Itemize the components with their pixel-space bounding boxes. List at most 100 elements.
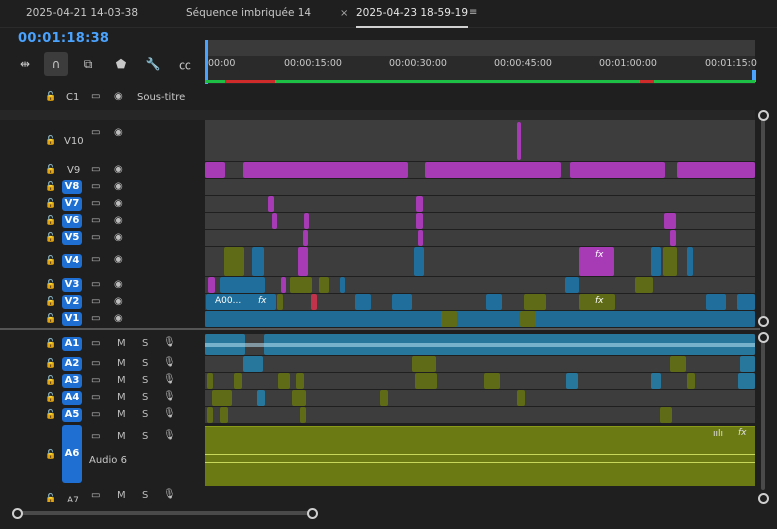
- clip[interactable]: [651, 247, 661, 276]
- clip[interactable]: [517, 122, 521, 160]
- clip[interactable]: [570, 162, 665, 178]
- clip[interactable]: [243, 162, 408, 178]
- eye-icon[interactable]: ◉: [114, 232, 123, 243]
- solo-button[interactable]: S: [142, 409, 148, 420]
- clip[interactable]: [340, 277, 345, 293]
- clip[interactable]: [392, 294, 412, 310]
- clip[interactable]: [281, 277, 286, 293]
- clip[interactable]: [687, 247, 693, 276]
- video-scrollbar[interactable]: [761, 118, 765, 318]
- clip[interactable]: [635, 277, 653, 293]
- track-label[interactable]: A7: [67, 496, 79, 502]
- mute-button[interactable]: M: [117, 490, 126, 501]
- clip[interactable]: [277, 294, 283, 310]
- microphone-icon[interactable]: 🎙: [163, 430, 176, 441]
- clip[interactable]: [706, 294, 726, 310]
- audio-clip[interactable]: [670, 356, 686, 372]
- audio-clip[interactable]: [566, 373, 578, 389]
- toggle-output-icon[interactable]: ▭: [91, 490, 100, 501]
- microphone-icon[interactable]: 🎙: [163, 408, 176, 419]
- toggle-output-icon[interactable]: ▭: [91, 127, 100, 138]
- scroll-handle-top[interactable]: [758, 110, 769, 121]
- insert-edit-icon[interactable]: ⇹: [13, 52, 37, 76]
- microphone-icon[interactable]: 🎙: [163, 337, 176, 348]
- clip[interactable]: [418, 230, 423, 246]
- track-lane-v8[interactable]: [205, 179, 755, 195]
- audio-clip[interactable]: [412, 356, 436, 372]
- audio-clip[interactable]: [517, 390, 525, 406]
- clip[interactable]: [205, 311, 755, 327]
- lock-icon[interactable]: 🔓: [45, 494, 56, 502]
- clip[interactable]: [272, 213, 277, 229]
- audio-clip[interactable]: [380, 390, 388, 406]
- lock-icon[interactable]: 🔓: [45, 314, 56, 324]
- eye-icon[interactable]: ◉: [114, 313, 123, 324]
- lock-icon[interactable]: 🔓: [45, 199, 56, 209]
- clip[interactable]: [268, 196, 274, 212]
- mute-button[interactable]: M: [117, 358, 126, 369]
- toggle-output-icon[interactable]: ▭: [91, 91, 100, 102]
- add-marker-icon[interactable]: ⬟: [109, 52, 133, 76]
- audio-clip[interactable]: [651, 373, 661, 389]
- lock-icon[interactable]: 🔓: [45, 376, 56, 386]
- lock-icon[interactable]: 🔓: [45, 182, 56, 192]
- audio6-clip[interactable]: [205, 426, 755, 486]
- lock-icon[interactable]: 🔓: [45, 450, 56, 460]
- lock-icon[interactable]: 🔓: [45, 393, 56, 403]
- toggle-output-icon[interactable]: ▭: [91, 215, 100, 226]
- eye-icon[interactable]: ◉: [114, 279, 123, 290]
- clip[interactable]: [290, 277, 312, 293]
- toggle-output-icon[interactable]: ▭: [91, 254, 100, 265]
- lock-icon[interactable]: 🔓: [45, 256, 56, 266]
- scroll-handle-top[interactable]: [758, 332, 769, 343]
- clip[interactable]: [524, 294, 546, 310]
- audio-clip[interactable]: [292, 390, 306, 406]
- clip[interactable]: [208, 277, 215, 293]
- toggle-output-icon[interactable]: ▭: [91, 431, 100, 442]
- clip[interactable]: [441, 311, 457, 327]
- lock-icon[interactable]: 🔓: [45, 297, 56, 307]
- lock-icon[interactable]: 🔓: [45, 136, 56, 146]
- scroll-handle-bottom[interactable]: [758, 316, 769, 327]
- horizontal-scrollbar[interactable]: [19, 511, 311, 515]
- audio-clip[interactable]: [296, 373, 304, 389]
- zoom-bar[interactable]: [205, 40, 755, 56]
- audio-clip[interactable]: [257, 390, 265, 406]
- toggle-output-icon[interactable]: ▭: [91, 198, 100, 209]
- clip[interactable]: [670, 230, 676, 246]
- mute-button[interactable]: M: [117, 431, 126, 442]
- track-label[interactable]: V9: [67, 165, 80, 176]
- lock-icon[interactable]: 🔓: [45, 410, 56, 420]
- solo-button[interactable]: S: [142, 392, 148, 403]
- eye-icon[interactable]: ◉: [114, 254, 123, 265]
- scroll-handle-bottom[interactable]: [758, 493, 769, 504]
- audio-clip[interactable]: [278, 373, 290, 389]
- eye-icon[interactable]: ◉: [114, 198, 123, 209]
- clip[interactable]: [416, 213, 423, 229]
- audio-clip[interactable]: [212, 390, 232, 406]
- audio-clip[interactable]: [484, 373, 500, 389]
- microphone-icon[interactable]: 🎙: [163, 357, 176, 368]
- clip[interactable]: [224, 247, 244, 276]
- track-target-button[interactable]: A2: [62, 357, 82, 371]
- audio-clip[interactable]: [243, 356, 263, 372]
- playhead-timecode[interactable]: 00:01:18:38: [18, 31, 109, 46]
- clip[interactable]: [319, 277, 329, 293]
- track-target-button[interactable]: V8: [62, 180, 82, 194]
- microphone-icon[interactable]: 🎙: [163, 391, 176, 402]
- track-target-button[interactable]: V6: [62, 214, 82, 228]
- track-lane-a4[interactable]: [205, 390, 755, 406]
- solo-button[interactable]: S: [142, 431, 148, 442]
- toggle-output-icon[interactable]: ▭: [91, 279, 100, 290]
- snap-icon[interactable]: ∩: [44, 52, 68, 76]
- audio-clip[interactable]: [300, 407, 306, 423]
- menu-icon[interactable]: ≡: [469, 7, 477, 18]
- microphone-icon[interactable]: 🎙: [163, 374, 176, 385]
- linked-selection-icon[interactable]: ⧉: [76, 52, 100, 76]
- clip[interactable]: [298, 247, 308, 276]
- tab-sequence-active[interactable]: 2025-04-23 18-59-19: [356, 0, 469, 28]
- track-target-button[interactable]: A3: [62, 374, 82, 388]
- audio-clip[interactable]: [220, 407, 228, 423]
- track-target-button[interactable]: V5: [62, 231, 82, 245]
- eye-icon[interactable]: ◉: [114, 296, 123, 307]
